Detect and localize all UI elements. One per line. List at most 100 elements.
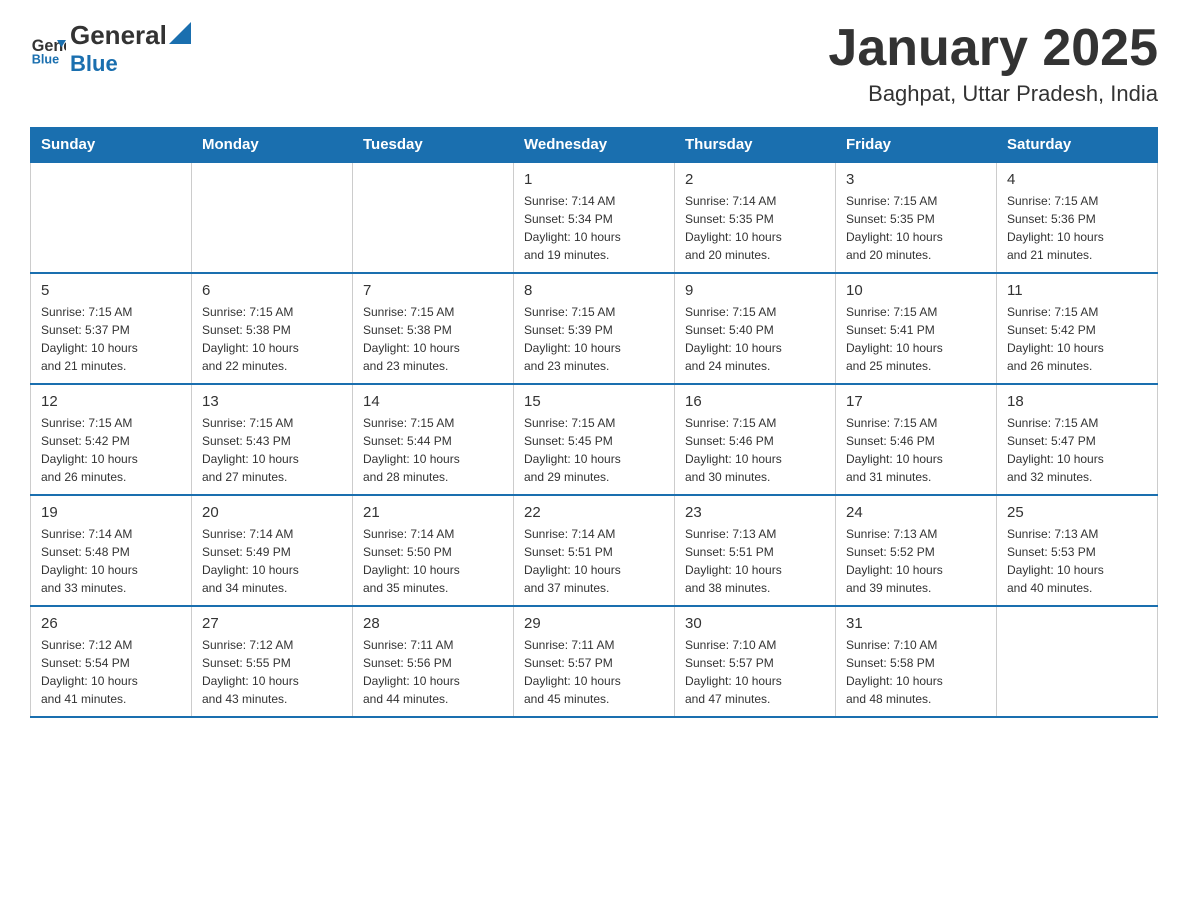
page-header: General Blue General Blue January 2025 B…: [30, 20, 1158, 107]
calendar-day-cell: 14 Sunrise: 7:15 AM Sunset: 5:44 PM Dayli…: [353, 384, 514, 495]
day-info: Sunrise: 7:15 AM Sunset: 5:44 PM Dayligh…: [363, 414, 503, 486]
calendar-day-cell: 20 Sunrise: 7:14 AM Sunset: 5:49 PM Dayli…: [192, 495, 353, 606]
day-number: 22: [524, 504, 664, 521]
day-info: Sunrise: 7:13 AM Sunset: 5:52 PM Dayligh…: [846, 525, 986, 597]
calendar-header-saturday: Saturday: [997, 128, 1158, 163]
day-info: Sunrise: 7:15 AM Sunset: 5:45 PM Dayligh…: [524, 414, 664, 486]
logo-blue-text: Blue: [70, 51, 118, 76]
calendar-day-cell: 4 Sunrise: 7:15 AM Sunset: 5:36 PM Daylig…: [997, 162, 1158, 273]
calendar-header-wednesday: Wednesday: [514, 128, 675, 163]
day-info: Sunrise: 7:12 AM Sunset: 5:54 PM Dayligh…: [41, 636, 181, 708]
calendar-day-cell: 10 Sunrise: 7:15 AM Sunset: 5:41 PM Dayli…: [836, 273, 997, 384]
day-number: 28: [363, 615, 503, 632]
day-info: Sunrise: 7:15 AM Sunset: 5:42 PM Dayligh…: [1007, 303, 1147, 375]
day-info: Sunrise: 7:15 AM Sunset: 5:36 PM Dayligh…: [1007, 192, 1147, 264]
day-info: Sunrise: 7:14 AM Sunset: 5:51 PM Dayligh…: [524, 525, 664, 597]
calendar-header-thursday: Thursday: [675, 128, 836, 163]
calendar-day-cell: 3Sunrise: 7:15 AM Sunset: 5:35 PM Daylig…: [836, 162, 997, 273]
calendar-day-cell: 21 Sunrise: 7:14 AM Sunset: 5:50 PM Dayli…: [353, 495, 514, 606]
day-number: 14: [363, 393, 503, 410]
calendar-day-cell: [31, 162, 192, 273]
calendar-day-cell: 7Sunrise: 7:15 AM Sunset: 5:38 PM Daylig…: [353, 273, 514, 384]
day-number: 24: [846, 504, 986, 521]
day-number: 26: [41, 615, 181, 632]
calendar-day-cell: 1 Sunrise: 7:14 AM Sunset: 5:34 PM Daylig…: [514, 162, 675, 273]
day-info: Sunrise: 7:14 AM Sunset: 5:35 PM Dayligh…: [685, 192, 825, 264]
calendar-week-row: 12 Sunrise: 7:15 AM Sunset: 5:42 PM Dayli…: [31, 384, 1158, 495]
calendar-day-cell: [353, 162, 514, 273]
day-info: Sunrise: 7:14 AM Sunset: 5:48 PM Dayligh…: [41, 525, 181, 597]
day-info: Sunrise: 7:15 AM Sunset: 5:39 PM Dayligh…: [524, 303, 664, 375]
calendar-day-cell: 18Sunrise: 7:15 AM Sunset: 5:47 PM Dayli…: [997, 384, 1158, 495]
day-number: 5: [41, 282, 181, 299]
day-info: Sunrise: 7:13 AM Sunset: 5:51 PM Dayligh…: [685, 525, 825, 597]
calendar-header-monday: Monday: [192, 128, 353, 163]
day-number: 21: [363, 504, 503, 521]
day-info: Sunrise: 7:11 AM Sunset: 5:56 PM Dayligh…: [363, 636, 503, 708]
day-info: Sunrise: 7:15 AM Sunset: 5:46 PM Dayligh…: [685, 414, 825, 486]
day-number: 15: [524, 393, 664, 410]
day-info: Sunrise: 7:15 AM Sunset: 5:41 PM Dayligh…: [846, 303, 986, 375]
day-number: 17: [846, 393, 986, 410]
day-info: Sunrise: 7:15 AM Sunset: 5:38 PM Dayligh…: [363, 303, 503, 375]
calendar-table: SundayMondayTuesdayWednesdayThursdayFrid…: [30, 127, 1158, 718]
day-info: Sunrise: 7:11 AM Sunset: 5:57 PM Dayligh…: [524, 636, 664, 708]
day-info: Sunrise: 7:14 AM Sunset: 5:50 PM Dayligh…: [363, 525, 503, 597]
calendar-header-friday: Friday: [836, 128, 997, 163]
calendar-header-row: SundayMondayTuesdayWednesdayThursdayFrid…: [31, 128, 1158, 163]
calendar-day-cell: [192, 162, 353, 273]
day-number: 12: [41, 393, 181, 410]
calendar-day-cell: 15 Sunrise: 7:15 AM Sunset: 5:45 PM Dayli…: [514, 384, 675, 495]
day-number: 2: [685, 171, 825, 188]
day-number: 19: [41, 504, 181, 521]
calendar-day-cell: 13 Sunrise: 7:15 AM Sunset: 5:43 PM Dayli…: [192, 384, 353, 495]
day-number: 16: [685, 393, 825, 410]
logo-general-text: General: [70, 20, 167, 51]
day-number: 4: [1007, 171, 1147, 188]
calendar-week-row: 19 Sunrise: 7:14 AM Sunset: 5:48 PM Dayli…: [31, 495, 1158, 606]
day-info: Sunrise: 7:14 AM Sunset: 5:49 PM Dayligh…: [202, 525, 342, 597]
calendar-day-cell: 30 Sunrise: 7:10 AM Sunset: 5:57 PM Dayli…: [675, 606, 836, 717]
day-info: Sunrise: 7:15 AM Sunset: 5:37 PM Dayligh…: [41, 303, 181, 375]
day-number: 13: [202, 393, 342, 410]
logo-triangle-icon: [169, 22, 191, 44]
calendar-day-cell: 8Sunrise: 7:15 AM Sunset: 5:39 PM Daylig…: [514, 273, 675, 384]
calendar-day-cell: 25 Sunrise: 7:13 AM Sunset: 5:53 PM Dayli…: [997, 495, 1158, 606]
calendar-day-cell: 29Sunrise: 7:11 AM Sunset: 5:57 PM Dayli…: [514, 606, 675, 717]
day-number: 23: [685, 504, 825, 521]
calendar-header-sunday: Sunday: [31, 128, 192, 163]
calendar-day-cell: 6Sunrise: 7:15 AM Sunset: 5:38 PM Daylig…: [192, 273, 353, 384]
day-info: Sunrise: 7:15 AM Sunset: 5:42 PM Dayligh…: [41, 414, 181, 486]
day-info: Sunrise: 7:10 AM Sunset: 5:58 PM Dayligh…: [846, 636, 986, 708]
day-info: Sunrise: 7:12 AM Sunset: 5:55 PM Dayligh…: [202, 636, 342, 708]
calendar-week-row: 5 Sunrise: 7:15 AM Sunset: 5:37 PM Daylig…: [31, 273, 1158, 384]
day-number: 25: [1007, 504, 1147, 521]
day-number: 27: [202, 615, 342, 632]
day-info: Sunrise: 7:13 AM Sunset: 5:53 PM Dayligh…: [1007, 525, 1147, 597]
day-number: 1: [524, 171, 664, 188]
calendar-day-cell: 23 Sunrise: 7:13 AM Sunset: 5:51 PM Dayli…: [675, 495, 836, 606]
calendar-day-cell: 16 Sunrise: 7:15 AM Sunset: 5:46 PM Dayli…: [675, 384, 836, 495]
logo-icon: General Blue: [30, 31, 66, 67]
calendar-day-cell: 24 Sunrise: 7:13 AM Sunset: 5:52 PM Dayli…: [836, 495, 997, 606]
calendar-day-cell: 27 Sunrise: 7:12 AM Sunset: 5:55 PM Dayli…: [192, 606, 353, 717]
day-number: 18: [1007, 393, 1147, 410]
day-info: Sunrise: 7:10 AM Sunset: 5:57 PM Dayligh…: [685, 636, 825, 708]
calendar-week-row: 1 Sunrise: 7:14 AM Sunset: 5:34 PM Daylig…: [31, 162, 1158, 273]
location-title: Baghpat, Uttar Pradesh, India: [828, 81, 1158, 107]
day-info: Sunrise: 7:15 AM Sunset: 5:43 PM Dayligh…: [202, 414, 342, 486]
calendar-day-cell: 22 Sunrise: 7:14 AM Sunset: 5:51 PM Dayli…: [514, 495, 675, 606]
day-number: 20: [202, 504, 342, 521]
day-number: 10: [846, 282, 986, 299]
day-number: 30: [685, 615, 825, 632]
calendar-day-cell: 11Sunrise: 7:15 AM Sunset: 5:42 PM Dayli…: [997, 273, 1158, 384]
title-block: January 2025 Baghpat, Uttar Pradesh, Ind…: [828, 20, 1158, 107]
day-number: 31: [846, 615, 986, 632]
day-info: Sunrise: 7:14 AM Sunset: 5:34 PM Dayligh…: [524, 192, 664, 264]
calendar-header-tuesday: Tuesday: [353, 128, 514, 163]
day-info: Sunrise: 7:15 AM Sunset: 5:35 PM Dayligh…: [846, 192, 986, 264]
calendar-day-cell: [997, 606, 1158, 717]
calendar-day-cell: 5 Sunrise: 7:15 AM Sunset: 5:37 PM Daylig…: [31, 273, 192, 384]
calendar-day-cell: 28 Sunrise: 7:11 AM Sunset: 5:56 PM Dayli…: [353, 606, 514, 717]
calendar-day-cell: 26 Sunrise: 7:12 AM Sunset: 5:54 PM Dayli…: [31, 606, 192, 717]
